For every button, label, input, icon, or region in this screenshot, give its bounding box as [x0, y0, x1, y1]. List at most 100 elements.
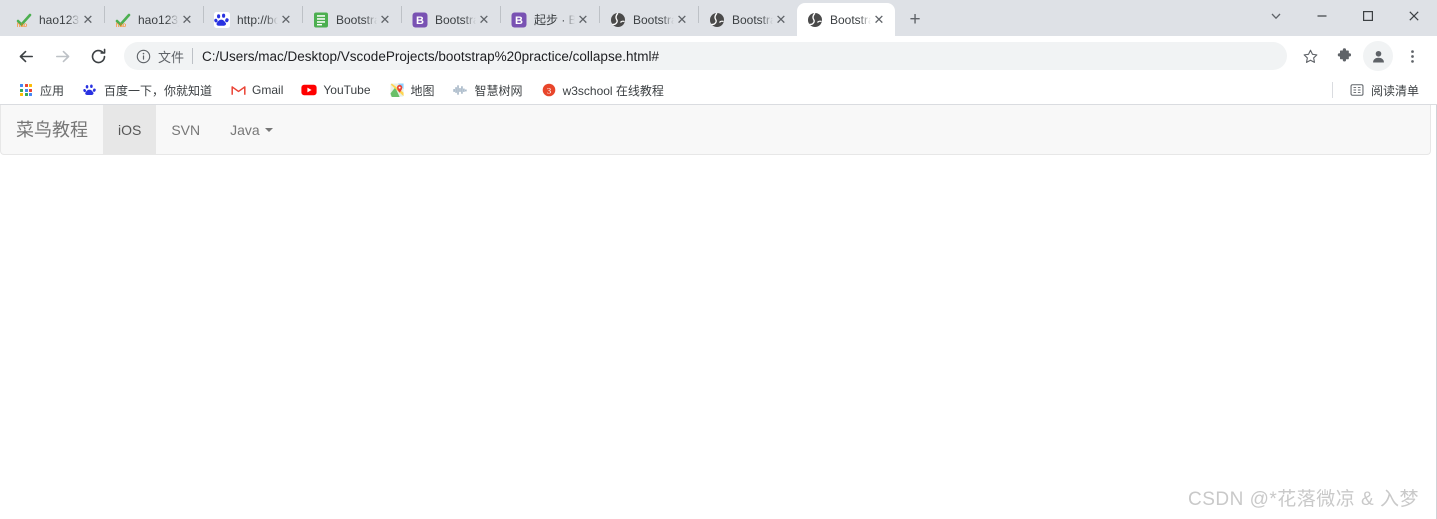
bookmark-item-youtube[interactable]: YouTube [293, 78, 378, 102]
zhihuishu-icon [453, 82, 469, 98]
nav-item-label: Java [230, 121, 260, 138]
svg-text:3: 3 [546, 86, 551, 96]
bootstrap-icon: B [412, 12, 428, 28]
bookmark-label: 应用 [40, 83, 65, 98]
tab-list: hao hao123_上 ✕ hao hao123_上 ✕ http://boo… [6, 0, 895, 36]
browser-tab[interactable]: hao hao123_上 ✕ [105, 3, 203, 36]
new-tab-button[interactable]: + [901, 5, 929, 33]
csdn-watermark: CSDN @*花落微凉 & 入梦 [1187, 489, 1419, 510]
page-viewport: 菜鸟教程 iOS SVN Java CSDN @*花落微凉 & 入梦 [0, 105, 1437, 519]
browser-toolbar: 文件 C:/Users/mac/Desktop/VscodeProjects/b… [0, 36, 1437, 76]
address-bar[interactable]: 文件 C:/Users/mac/Desktop/VscodeProjects/b… [124, 42, 1287, 70]
bookmark-item-baidu[interactable]: 百度一下，你就知道 [74, 78, 220, 102]
bookmark-item-maps[interactable]: 地图 [381, 78, 443, 102]
close-icon[interactable]: ✕ [674, 12, 690, 28]
page-navbar: 菜鸟教程 iOS SVN Java [0, 105, 1431, 155]
close-icon[interactable]: ✕ [278, 12, 294, 28]
svg-text:B: B [416, 15, 424, 27]
bookmarks-divider [1331, 82, 1333, 98]
navbar-menu: iOS SVN Java [103, 105, 288, 154]
tab-title: Bootstrap 菜 [732, 13, 773, 27]
nav-item-ios[interactable]: iOS [103, 105, 157, 154]
maps-icon [389, 82, 405, 98]
bookmark-label: Gmail [252, 83, 284, 97]
tab-title: hao123_上 [39, 13, 80, 27]
info-circle-icon[interactable] [136, 49, 151, 64]
close-icon[interactable]: ✕ [377, 12, 393, 28]
runoob-icon [313, 12, 329, 28]
svg-text:hao: hao [17, 23, 28, 28]
puzzle-icon[interactable] [1329, 41, 1359, 71]
tab-title: Bootstrap 菜 [633, 13, 674, 27]
svg-text:B: B [515, 15, 523, 27]
star-icon[interactable] [1295, 41, 1325, 71]
close-icon[interactable]: ✕ [179, 12, 195, 28]
tab-title: Bootstrap中 [435, 13, 476, 27]
navbar-brand[interactable]: 菜鸟教程 [1, 105, 103, 154]
gmail-icon [230, 82, 246, 98]
profile-avatar-icon[interactable] [1363, 41, 1393, 71]
bookmark-label: 地图 [410, 83, 435, 98]
globe-icon [610, 12, 626, 28]
bookmark-label: YouTube [323, 83, 371, 97]
bookmark-label: 百度一下，你就知道 [104, 83, 213, 98]
window-controls [1253, 0, 1437, 36]
nav-item-svn[interactable]: SVN [156, 105, 215, 154]
bookmarks-bar: 应用 百度一下，你就知道 Gmail YouTube 地图 智慧树网 3 w3s… [0, 76, 1437, 105]
browser-tab-active[interactable]: Bootstrap 菜 ✕ [797, 3, 895, 36]
tab-title: http://boot [237, 12, 278, 27]
close-icon[interactable]: ✕ [80, 12, 96, 28]
browser-tab[interactable]: http://boot ✕ [204, 3, 302, 36]
close-icon[interactable]: ✕ [871, 12, 887, 28]
globe-icon [709, 12, 725, 28]
tab-title: Bootstrap中 [336, 13, 377, 27]
minimize-icon[interactable] [1299, 0, 1345, 32]
bootstrap-icon: B [511, 12, 527, 28]
browser-tab[interactable]: B Bootstrap中 ✕ [402, 3, 500, 36]
tab-search-chevron-down-icon[interactable] [1253, 0, 1299, 32]
browser-tab[interactable]: B 起步 · Boots ✕ [501, 3, 599, 36]
reload-icon[interactable] [82, 40, 114, 72]
close-icon[interactable] [1391, 0, 1437, 32]
bookmark-item-gmail[interactable]: Gmail [222, 78, 291, 102]
apps-grid-icon [18, 82, 34, 98]
maximize-icon[interactable] [1345, 0, 1391, 32]
bookmark-label: 智慧树网 [474, 83, 523, 98]
back-arrow-icon[interactable] [10, 40, 42, 72]
chevron-down-icon [264, 127, 273, 132]
url-text: C:/Users/mac/Desktop/VscodeProjects/boot… [202, 48, 659, 64]
bookmarks-bar-right: 阅读清单 [1324, 78, 1429, 102]
browser-window: hao hao123_上 ✕ hao hao123_上 ✕ http://boo… [0, 0, 1437, 519]
hao123-icon: hao [115, 12, 131, 28]
tab-title: 起步 · Boots [534, 13, 575, 27]
browser-tab[interactable]: Bootstrap 菜 ✕ [699, 3, 797, 36]
bookmark-label: w3school 在线教程 [562, 83, 664, 98]
bookmark-apps[interactable]: 应用 [10, 78, 72, 102]
svg-text:hao: hao [116, 23, 127, 28]
w3school-icon: 3 [541, 82, 557, 98]
tab-title: Bootstrap 菜 [830, 13, 871, 27]
browser-tab[interactable]: Bootstrap 菜 ✕ [600, 3, 698, 36]
browser-tab[interactable]: hao hao123_上 ✕ [6, 3, 104, 36]
bookmark-item-w3school[interactable]: 3 w3school 在线教程 [533, 78, 672, 102]
reading-list-label: 阅读清单 [1370, 83, 1419, 98]
baidu-icon [82, 82, 98, 98]
forward-arrow-icon[interactable] [46, 40, 78, 72]
three-dot-menu-icon[interactable] [1397, 41, 1427, 71]
close-icon[interactable]: ✕ [773, 12, 789, 28]
globe-icon [807, 12, 823, 28]
browser-tab[interactable]: Bootstrap中 ✕ [303, 3, 401, 36]
nav-item-java-dropdown[interactable]: Java [215, 105, 288, 154]
close-icon[interactable]: ✕ [575, 12, 591, 28]
baidu-icon [214, 11, 230, 28]
file-scheme-label: 文件 [158, 49, 185, 65]
reading-list-button[interactable]: 阅读清单 [1341, 78, 1427, 102]
tab-title: hao123_上 [138, 13, 179, 27]
close-icon[interactable]: ✕ [476, 12, 492, 28]
youtube-icon [301, 82, 317, 98]
reading-list-icon [1349, 82, 1365, 98]
bookmark-item-zhihuishu[interactable]: 智慧树网 [445, 78, 531, 102]
nav-item-label: SVN [171, 121, 201, 138]
tab-strip: hao hao123_上 ✕ hao hao123_上 ✕ http://boo… [0, 0, 1437, 36]
omnibox-divider [192, 48, 194, 64]
